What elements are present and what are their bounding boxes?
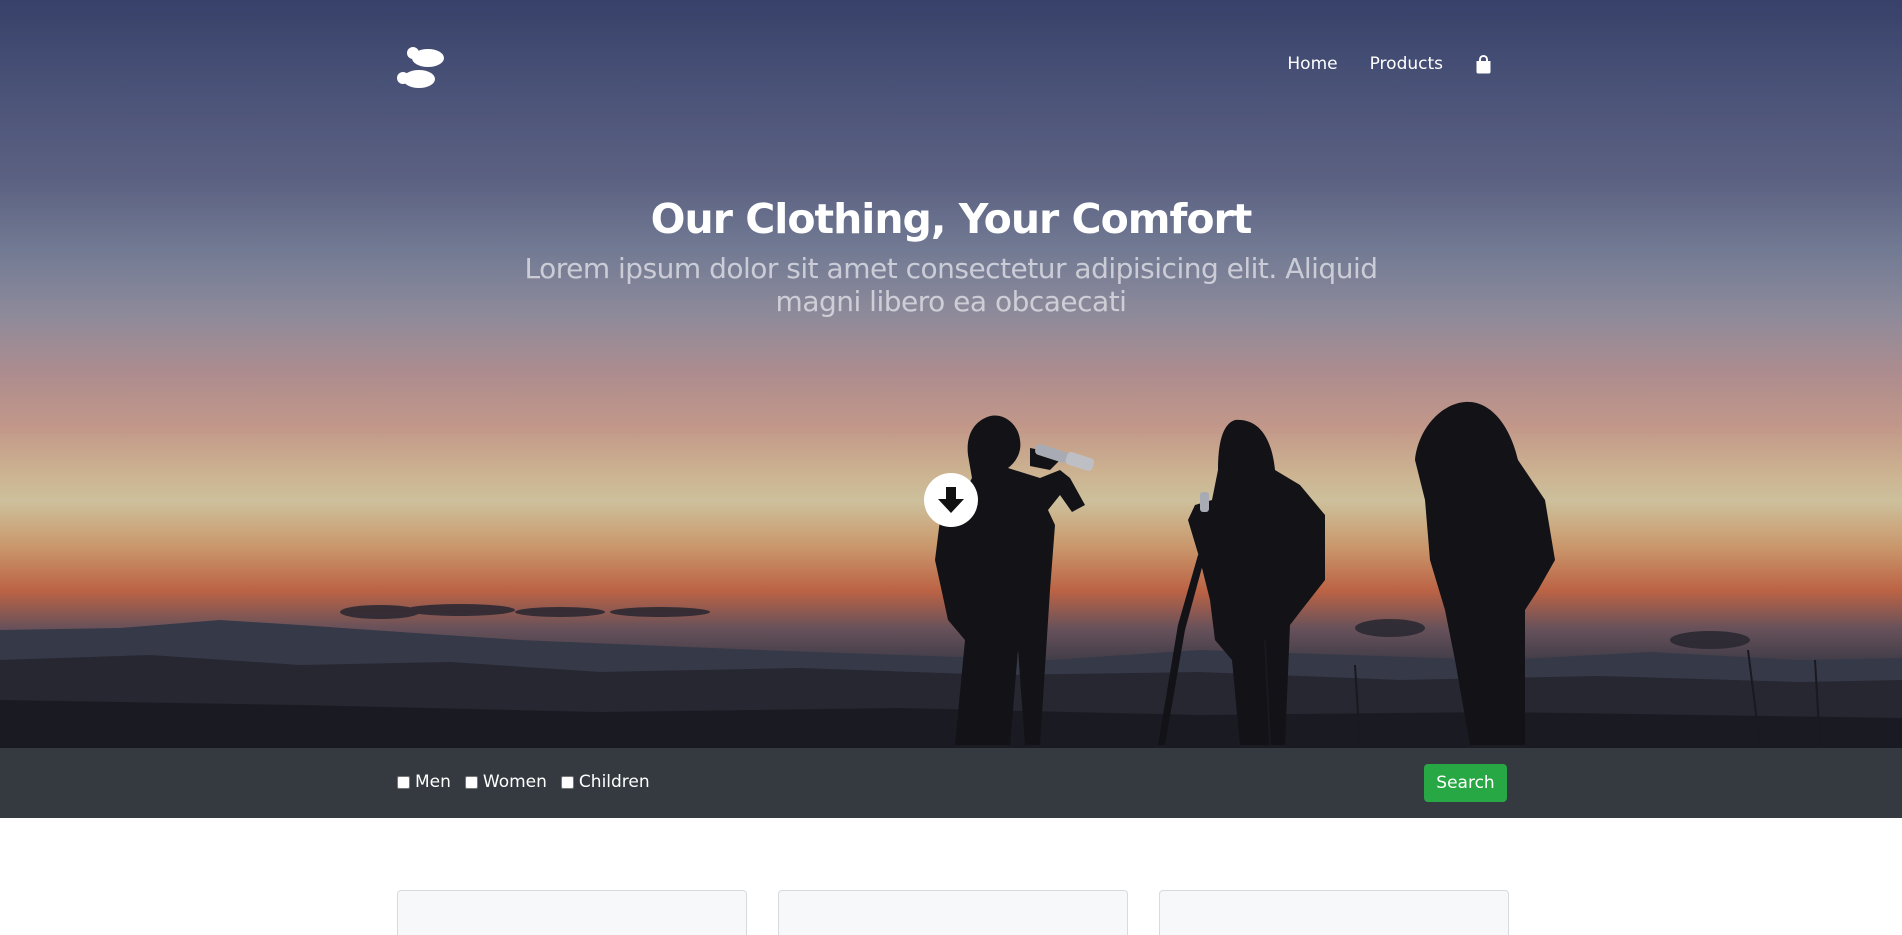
- search-button[interactable]: Search: [1424, 764, 1507, 802]
- hero-subtitle-line-1: Lorem ipsum dolor sit amet consectetur a…: [524, 252, 1378, 285]
- footprints-icon[interactable]: [395, 46, 451, 92]
- filter-men-label: Men: [415, 772, 451, 792]
- hero-subtitle-line-2: magni libero ea obcaecati: [775, 285, 1127, 318]
- product-card[interactable]: [397, 890, 747, 935]
- children-checkbox[interactable]: [560, 775, 574, 789]
- filter-men[interactable]: Men: [397, 772, 451, 792]
- nav-link-products[interactable]: Products: [1370, 54, 1443, 74]
- filter-women-label: Women: [482, 772, 547, 792]
- scroll-down-button[interactable]: [924, 473, 978, 527]
- product-card[interactable]: [778, 890, 1128, 935]
- filter-children[interactable]: Children: [560, 772, 650, 792]
- filter-children-label: Children: [578, 772, 650, 792]
- arrow-down-icon: [938, 487, 964, 513]
- product-card[interactable]: [1159, 890, 1509, 935]
- filter-women[interactable]: Women: [464, 772, 547, 792]
- filter-bar: Men Women Children Search: [0, 748, 1902, 818]
- main-navigation: Home Products: [1287, 54, 1492, 74]
- men-checkbox[interactable]: [397, 775, 410, 789]
- category-filters: Men Women Children: [397, 772, 650, 792]
- shopping-bag-icon[interactable]: [1475, 54, 1492, 74]
- hero-section: Home Products Our Clothing, Your Comfort…: [0, 0, 1902, 748]
- hero-overlay: [0, 0, 1902, 748]
- hero-subtitle: Lorem ipsum dolor sit amet consectetur a…: [500, 252, 1402, 318]
- women-checkbox[interactable]: [464, 775, 478, 789]
- hero-title: Our Clothing, Your Comfort: [650, 195, 1253, 243]
- nav-link-home[interactable]: Home: [1287, 54, 1337, 74]
- product-cards: [397, 890, 1509, 935]
